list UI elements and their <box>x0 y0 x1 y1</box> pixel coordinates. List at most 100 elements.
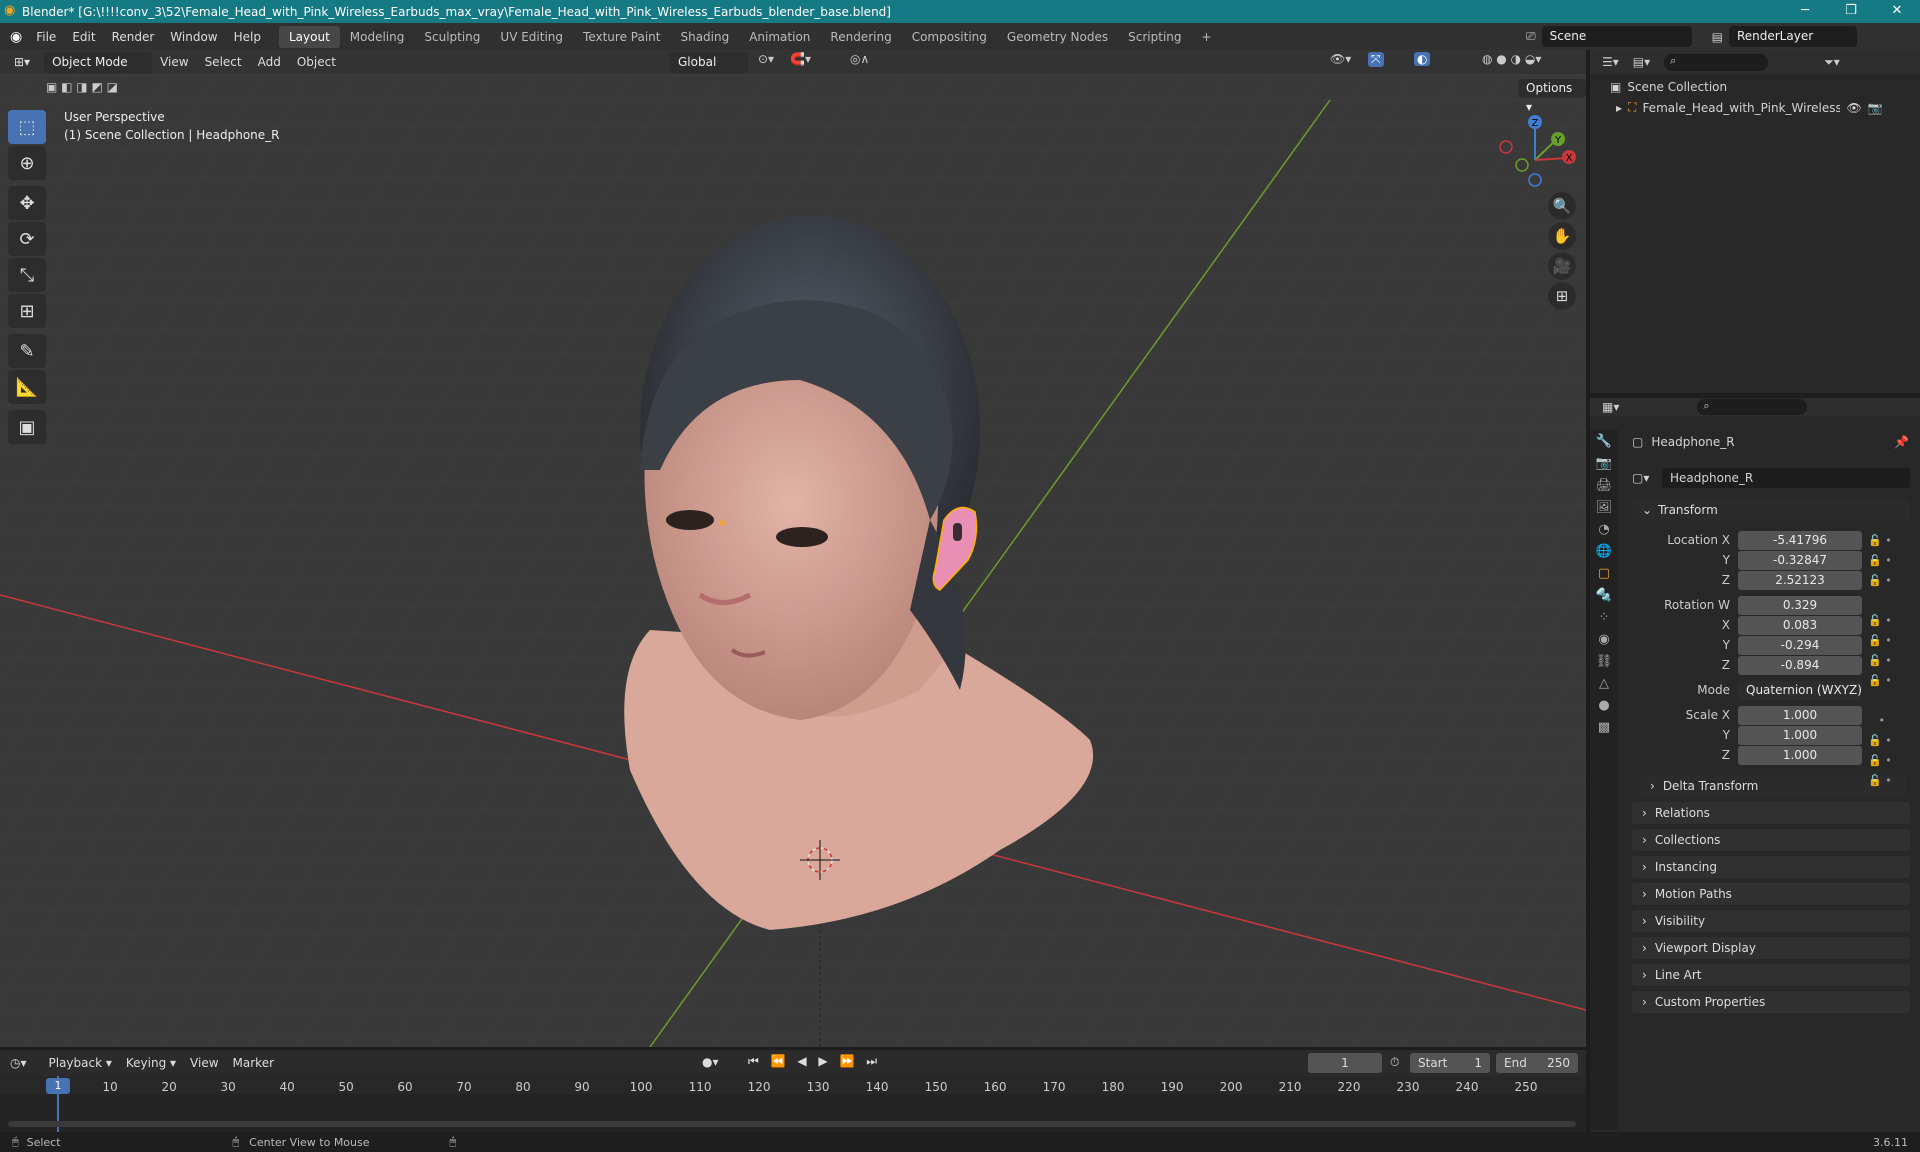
location-x-field[interactable]: -5.41796 <box>1738 531 1862 550</box>
rotation-x-field[interactable]: 0.083 <box>1738 616 1862 635</box>
options-button[interactable]: Options ▾ <box>1518 79 1586 114</box>
modifier-tab-icon[interactable]: 🔩 <box>1596 588 1612 603</box>
scale-z-field[interactable]: 1.000 <box>1738 746 1862 765</box>
tab-modeling[interactable]: Modeling <box>340 26 415 48</box>
current-frame-field[interactable]: 1 <box>1308 1053 1382 1073</box>
tab-sculpting[interactable]: Sculpting <box>414 26 490 48</box>
render-camera-icon[interactable]: 📷 <box>1868 101 1883 115</box>
measure-tool-icon[interactable]: 📐 <box>8 370 46 404</box>
tab-compositing[interactable]: Compositing <box>902 26 997 48</box>
3d-viewport[interactable] <box>0 50 1586 1047</box>
add-menu[interactable]: Add <box>250 53 289 71</box>
pin-icon[interactable]: 📌 <box>1894 435 1909 449</box>
overlay-toggle-icon[interactable]: ◐ <box>1414 52 1431 66</box>
render-layer-selector[interactable]: RenderLayer <box>1728 26 1857 47</box>
datablock-type-icon[interactable]: ▢▾ <box>1632 471 1656 485</box>
collections-panel-header[interactable]: › Collections <box>1632 829 1910 851</box>
playback-controls[interactable]: ⏮ ⏪ ◀ ▶ ⏩ ⏭ <box>748 1054 881 1069</box>
scale-tool-icon[interactable]: ⤡ <box>8 258 46 292</box>
output-tab-icon[interactable]: 🖨 <box>1596 478 1613 493</box>
tab-uv-editing[interactable]: UV Editing <box>490 26 573 48</box>
timeline-editor-icon[interactable]: ◷▾ <box>10 1056 27 1070</box>
tool-tab-icon[interactable]: 🔧 <box>1596 434 1612 449</box>
ortho-grid-icon[interactable]: ⊞ <box>1548 282 1576 310</box>
physics-tab-icon[interactable]: ◉ <box>1598 632 1609 647</box>
tab-shading[interactable]: Shading <box>670 26 739 48</box>
tab-animation[interactable]: Animation <box>739 26 820 48</box>
camera-view-icon[interactable]: 🎥 <box>1548 252 1576 280</box>
scene-collection-row[interactable]: ▣ Scene Collection <box>1610 80 1727 94</box>
select-mode-icons[interactable]: ▣ ◧ ◨ ◩ ◪ <box>46 80 118 94</box>
rotation-mode-dropdown[interactable]: Quaternion (WXYZ) ▾ <box>1738 681 1862 716</box>
add-workspace-button[interactable]: + <box>1192 26 1222 48</box>
transform-orientation-selector[interactable]: Global <box>670 52 748 73</box>
tab-texture-paint[interactable]: Texture Paint <box>573 26 670 48</box>
pivot-icon[interactable]: ⊙▾ <box>758 52 774 66</box>
outliner-item-female-head[interactable]: ▸ ⛶ Female_Head_with_Pink_Wireless_Earbı… <box>1616 100 1914 115</box>
timeline-scrollbar[interactable] <box>8 1121 1576 1127</box>
minimize-button[interactable]: ─ <box>1782 0 1828 23</box>
data-tab-icon[interactable]: △ <box>1599 676 1609 691</box>
keying-menu[interactable]: Keying ▾ <box>126 1056 176 1070</box>
material-tab-icon[interactable]: ● <box>1598 698 1609 713</box>
add-cube-tool-icon[interactable]: ▣ <box>8 410 46 444</box>
annotate-tool-icon[interactable]: ✎ <box>8 334 46 368</box>
scene-selector[interactable]: Scene <box>1541 26 1692 47</box>
rotation-y-field[interactable]: -0.294 <box>1738 636 1862 655</box>
pan-hand-icon[interactable]: ✋ <box>1548 222 1576 250</box>
blender-menu-icon[interactable]: ◉ <box>10 29 22 45</box>
menu-window[interactable]: Window <box>162 30 225 44</box>
properties-search-input[interactable]: ⌕ <box>1697 399 1808 415</box>
custom-properties-panel-header[interactable]: › Custom Properties <box>1632 991 1910 1013</box>
marker-menu[interactable]: Marker <box>233 1056 274 1070</box>
navigation-gizmo[interactable]: Z Y X <box>1490 110 1580 200</box>
scene-tab-icon[interactable]: ◔ <box>1598 522 1609 537</box>
maximize-button[interactable]: ❐ <box>1828 0 1874 23</box>
motion-paths-panel-header[interactable]: › Motion Paths <box>1632 883 1910 905</box>
display-mode-icon[interactable]: ▤▾ <box>1633 55 1650 69</box>
menu-edit[interactable]: Edit <box>64 30 103 44</box>
cursor-tool-icon[interactable]: ⊕ <box>8 146 46 180</box>
visibility-icon[interactable]: 👁▾ <box>1330 52 1351 66</box>
menu-render[interactable]: Render <box>104 30 163 44</box>
viewport-display-panel-header[interactable]: › Viewport Display <box>1632 937 1910 959</box>
select-box-icon[interactable]: ⬚ <box>8 110 46 144</box>
object-mode-selector[interactable]: Object Mode <box>44 51 153 73</box>
constraints-tab-icon[interactable]: ⛓ <box>1596 654 1613 669</box>
proportional-edit-icon[interactable]: ◎∧ <box>850 52 869 66</box>
tab-scripting[interactable]: Scripting <box>1118 26 1191 48</box>
instancing-panel-header[interactable]: › Instancing <box>1632 856 1910 878</box>
view-layer-tab-icon[interactable]: 🖼 <box>1596 500 1613 515</box>
transform-panel-header[interactable]: ⌄ Transform <box>1632 499 1910 521</box>
outliner-editor-icon[interactable]: ☰▾ <box>1602 55 1619 69</box>
close-button[interactable]: ✕ <box>1874 0 1920 23</box>
object-tab-icon[interactable]: ▢ <box>1598 566 1610 581</box>
viewport-canvas[interactable] <box>0 50 1586 1047</box>
rotate-tool-icon[interactable]: ⟳ <box>8 222 46 256</box>
object-name-field[interactable]: Headphone_R <box>1662 468 1910 488</box>
delta-transform-header[interactable]: › Delta Transform <box>1640 775 1906 797</box>
scale-y-field[interactable]: 1.000 <box>1738 726 1862 745</box>
location-z-field[interactable]: 2.52123 <box>1738 571 1862 590</box>
end-frame-field[interactable]: End 250 <box>1496 1053 1578 1073</box>
transform-tool-icon[interactable]: ⊞ <box>8 294 46 328</box>
shading-modes-icon[interactable]: ◍ ● ◑ ◒▾ <box>1482 52 1541 66</box>
visibility-panel-header[interactable]: › Visibility <box>1632 910 1910 932</box>
rotation-w-field[interactable]: 0.329 <box>1738 596 1862 615</box>
outliner-search-input[interactable]: ⌕ <box>1664 53 1769 71</box>
filter-icon[interactable]: ⏷▾ <box>1824 55 1840 70</box>
scale-x-field[interactable]: 1.000 <box>1738 706 1862 725</box>
relations-panel-header[interactable]: › Relations <box>1632 802 1910 824</box>
menu-help[interactable]: Help <box>226 30 269 44</box>
tab-rendering[interactable]: Rendering <box>820 26 901 48</box>
world-tab-icon[interactable]: 🌐 <box>1596 544 1612 559</box>
tab-geometry-nodes[interactable]: Geometry Nodes <box>997 26 1118 48</box>
expand-arrow-icon[interactable]: ▸ <box>1616 101 1622 115</box>
texture-tab-icon[interactable]: ▩ <box>1598 720 1610 735</box>
rotation-z-field[interactable]: -0.894 <box>1738 656 1862 675</box>
move-tool-icon[interactable]: ✥ <box>8 186 46 220</box>
record-keyframe-icon[interactable]: ●▾ <box>702 1055 719 1069</box>
timeline-view-menu[interactable]: View <box>190 1056 218 1070</box>
editor-type-icon[interactable]: ⊞▾ <box>6 53 38 71</box>
menu-file[interactable]: File <box>28 30 64 44</box>
